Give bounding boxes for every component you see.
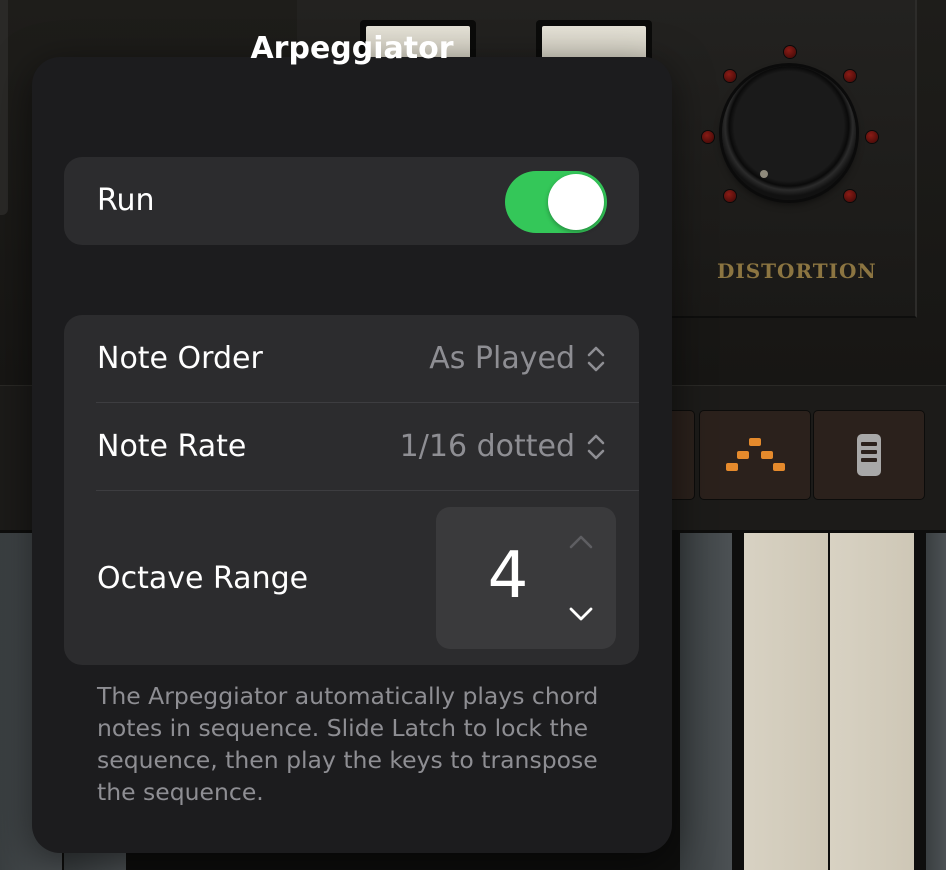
level-led (724, 70, 736, 82)
chevron-up-down-icon (587, 434, 605, 459)
arpeggio-pattern-icon (726, 438, 785, 472)
distortion-knob[interactable] (722, 66, 856, 200)
drawbar-settings-icon (857, 434, 881, 476)
arpeggiator-button[interactable] (700, 411, 810, 499)
note-rate-label: Note Rate (97, 429, 247, 464)
run-toggle[interactable] (505, 171, 607, 233)
note-rate-value: 1/16 dotted (400, 429, 607, 464)
arpeggiator-popover: Arpeggiator Run Note Order As Played Not… (32, 31, 672, 853)
piano-key[interactable] (830, 533, 916, 870)
chevron-down-icon[interactable] (566, 601, 596, 627)
level-led (844, 190, 856, 202)
octave-range-stepper[interactable]: 4 (436, 507, 616, 649)
level-led (844, 70, 856, 82)
chevron-up-icon[interactable] (566, 529, 596, 555)
toggle-knob (548, 174, 604, 230)
octave-range-label: Octave Range (97, 561, 309, 596)
preset-button[interactable] (672, 411, 694, 499)
level-led (784, 46, 796, 58)
run-group: Run (64, 157, 639, 245)
knob-indicator (760, 170, 768, 178)
chevron-up-down-icon (587, 346, 605, 371)
note-rate-selected: 1/16 dotted (399, 429, 575, 464)
note-order-value: As Played (429, 341, 607, 376)
note-order-row[interactable]: Note Order As Played (64, 315, 639, 403)
row-divider (96, 490, 639, 491)
level-led (724, 190, 736, 202)
settings-button[interactable] (814, 411, 924, 499)
piano-key[interactable] (680, 533, 734, 870)
piano-key[interactable] (926, 533, 946, 870)
note-rate-row[interactable]: Note Rate 1/16 dotted (64, 403, 639, 491)
popover-title: Arpeggiator (250, 31, 454, 66)
distortion-label: DISTORTION (717, 259, 877, 283)
octave-range-value: 4 (487, 539, 529, 613)
left-panel-edge (0, 0, 8, 215)
level-led (866, 131, 878, 143)
level-led (702, 131, 714, 143)
run-label: Run (97, 183, 155, 218)
piano-key[interactable] (744, 533, 830, 870)
distortion-knob-group (700, 40, 880, 220)
arpeggiator-options-group: Note Order As Played Note Rate 1/16 dott… (64, 315, 639, 665)
arpeggiator-description: The Arpeggiator automatically plays chor… (97, 682, 599, 806)
note-order-label: Note Order (97, 341, 263, 376)
note-order-selected: As Played (429, 341, 575, 376)
